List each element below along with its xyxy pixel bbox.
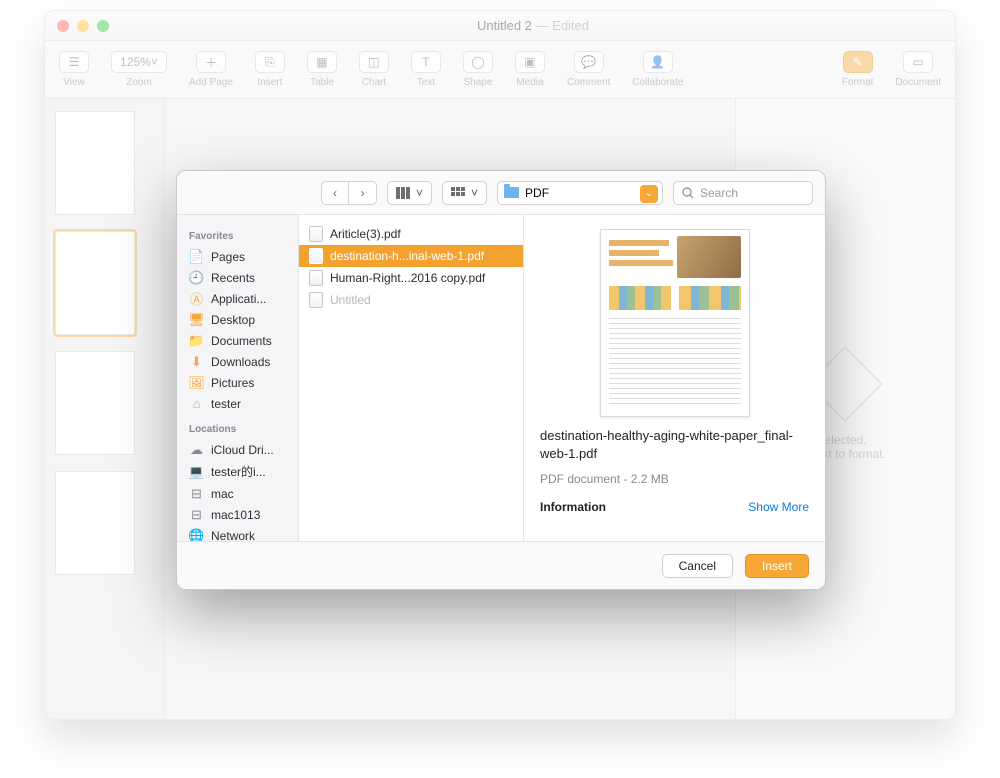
file-list: Ariticle(3).pdf destination-h...inal-web… [299,215,524,541]
sidebar-item-desktop[interactable]: 🖥Desktop [185,309,290,330]
preview-filename: destination-healthy-aging-white-paper_fi… [540,427,809,462]
sidebar-item-pages[interactable]: 📄Pages [185,246,290,267]
downloads-icon: ⬇ [189,354,204,369]
collaborate-button[interactable]: 👤Collaborate [632,51,683,88]
preview-meta: PDF document - 2.2 MB [540,472,809,486]
file-chooser-footer: Cancel Insert [177,541,825,589]
desktop-icon: 🖥 [189,312,204,327]
home-icon: ⌂ [189,396,204,411]
file-chooser-toolbar: ‹ › ˅ ˅ PDF ⌄ Search [177,171,825,215]
shape-button[interactable]: ◯Shape [463,51,493,88]
sidebar-item-mac[interactable]: ⊟mac [185,483,290,504]
sidebar-item-network[interactable]: 🌐Network [185,525,290,541]
file-row-selected[interactable]: destination-h...inal-web-1.pdf [299,245,523,267]
chevron-down-icon: ˅ [416,186,423,200]
preview-info-label: Information [540,500,606,514]
chevron-down-icon: ˅ [471,186,478,200]
sidebar-item-home[interactable]: ⌂tester [185,393,290,414]
media-button[interactable]: ▣Media [515,51,545,88]
file-preview-pane: destination-healthy-aging-white-paper_fi… [524,215,825,541]
file-icon [309,226,323,242]
sidebar-item-pictures[interactable]: 🖼Pictures [185,372,290,393]
path-label: PDF [525,186,549,200]
page-thumb-4[interactable]: 4 [55,471,135,575]
favorites-header: Favorites [189,231,290,242]
chart-button[interactable]: ◫Chart [359,51,389,88]
text-button[interactable]: TText [411,51,441,88]
cancel-button[interactable]: Cancel [662,554,733,578]
sidebar-item-computer[interactable]: 💻tester的i... [185,460,290,483]
titlebar: Untitled 2 — Edited [45,11,955,41]
page-thumb-3[interactable]: 3 [55,351,135,455]
pages-icon: 📄 [189,249,204,264]
disk-icon: ⊟ [189,507,204,522]
format-button[interactable]: ✎Format [842,51,874,88]
back-button[interactable]: ‹ [321,181,349,205]
view-options-button[interactable]: ˅ [442,181,487,205]
show-more-link[interactable]: Show More [748,500,809,514]
file-row[interactable]: Human-Right...2016 copy.pdf [299,267,523,289]
minimize-window-button[interactable] [77,20,89,32]
nav-buttons: ‹ › [321,181,377,205]
disk-icon: ⊟ [189,486,204,501]
preview-thumbnail [600,229,750,417]
laptop-icon: 💻 [189,464,204,479]
pictures-icon: 🖼 [189,375,204,390]
forward-button[interactable]: › [349,181,377,205]
insert-button[interactable]: ⎘Insert [255,51,285,88]
insert-button[interactable]: Insert [745,554,809,578]
file-row[interactable]: Ariticle(3).pdf [299,223,523,245]
globe-icon: 🌐 [189,528,204,541]
document-button[interactable]: ▭Document [895,51,941,88]
dropdown-chevron-icon: ⌄ [640,185,658,203]
file-chooser-dialog: ‹ › ˅ ˅ PDF ⌄ Search Favorites 📄Pages 🕘R… [176,170,826,590]
locations-header: Locations [189,424,290,435]
page-thumb-1[interactable]: 1 [55,111,135,215]
clock-icon: 🕘 [189,270,204,285]
view-columns-button[interactable]: ˅ [387,181,432,205]
file-row-disabled: Untitled [299,289,523,311]
search-input[interactable]: Search [673,181,813,205]
path-dropdown[interactable]: PDF ⌄ [497,181,663,205]
page-thumb-2[interactable]: 2 [55,231,135,335]
apps-icon: Ⓐ [189,291,204,306]
search-icon [682,187,694,199]
page-thumbnails[interactable]: 1 2 3 4 [45,99,165,719]
sidebar-item-mac1013[interactable]: ⊟mac1013 [185,504,290,525]
zoom-dropdown[interactable]: 125% ˅Zoom [111,51,167,88]
file-icon [309,248,323,264]
sidebar-item-documents[interactable]: 📁Documents [185,330,290,351]
view-button[interactable]: ☰View [59,51,89,88]
comment-button[interactable]: 💬Comment [567,51,610,88]
close-window-button[interactable] [57,20,69,32]
sidebar-item-downloads[interactable]: ⬇Downloads [185,351,290,372]
documents-icon: 📁 [189,333,204,348]
sidebar-item-icloud[interactable]: ☁iCloud Dri... [185,439,290,460]
window-controls [57,20,109,32]
table-button[interactable]: ▦Table [307,51,337,88]
folder-icon [504,187,519,198]
add-page-button[interactable]: ＋Add Page [189,51,233,88]
cloud-icon: ☁ [189,442,204,457]
file-chooser-sidebar: Favorites 📄Pages 🕘Recents ⒶApplicati... … [177,215,299,541]
sidebar-item-recents[interactable]: 🕘Recents [185,267,290,288]
zoom-window-button[interactable] [97,20,109,32]
file-icon [309,292,323,308]
app-toolbar: ☰View 125% ˅Zoom ＋Add Page ⎘Insert ▦Tabl… [45,41,955,99]
window-title: Untitled 2 — Edited [123,18,943,33]
file-icon [309,270,323,286]
sidebar-item-applications[interactable]: ⒶApplicati... [185,288,290,309]
search-placeholder: Search [700,186,738,200]
